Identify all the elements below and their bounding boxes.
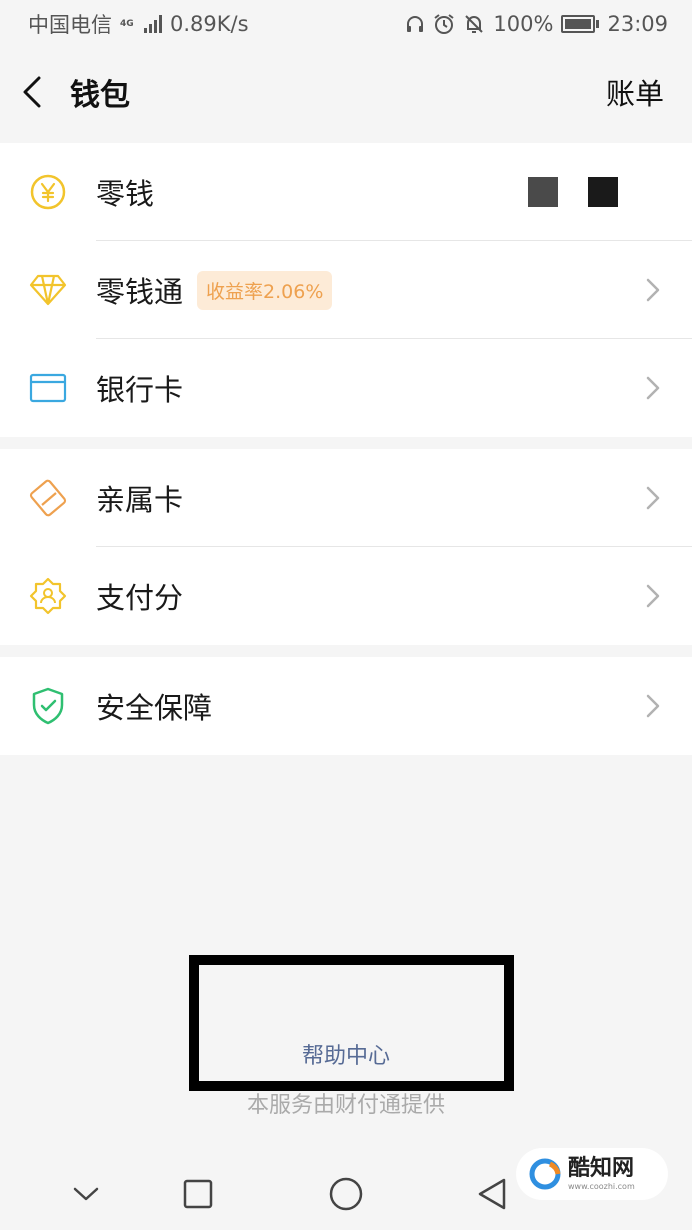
- network-speed: 0.89K/s: [170, 12, 249, 36]
- wallet-group-security: 安全保障: [0, 657, 692, 755]
- home-button[interactable]: [326, 1174, 366, 1214]
- hide-nav-button[interactable]: [66, 1174, 106, 1214]
- family-card-icon: [0, 478, 96, 518]
- menu-item-lingqiantong[interactable]: 零钱通 收益率2.06%: [0, 241, 692, 339]
- chevron-right-icon: [646, 584, 660, 608]
- menu-item-bank-card[interactable]: 银行卡: [0, 339, 692, 437]
- status-right: 100% 23:09: [405, 12, 668, 36]
- nav-left: 钱包: [22, 70, 130, 114]
- yield-rate-badge: 收益率2.06%: [197, 270, 333, 310]
- menu-item-label: 安全保障: [96, 691, 213, 725]
- recents-button[interactable]: [178, 1174, 218, 1214]
- menu-item-label: 零钱: [96, 177, 155, 211]
- back-button[interactable]: [472, 1174, 512, 1214]
- status-left: 中国电信 4G 0.89K/s: [28, 9, 249, 39]
- help-center-link[interactable]: 帮助中心: [0, 1038, 692, 1070]
- highlight-frame: [189, 955, 514, 1091]
- chevron-right-icon: [646, 486, 660, 510]
- score-badge-icon: [0, 576, 96, 616]
- chevron-right-icon: [646, 694, 660, 718]
- carrier-label: 中国电信: [28, 13, 112, 37]
- battery-icon: [561, 15, 600, 33]
- watermark-name: 酷知网: [568, 1155, 635, 1181]
- menu-item-label: 支付分: [96, 581, 184, 615]
- status-bar: 中国电信 4G 0.89K/s 100% 23:09: [0, 0, 692, 48]
- clock: 23:09: [607, 12, 668, 36]
- mute-bell-icon: [465, 15, 484, 33]
- chevron-right-icon: [646, 278, 660, 302]
- bill-button[interactable]: 账单: [606, 71, 664, 113]
- masked-balance: [528, 177, 618, 207]
- watermark-url: www.coozhi.com: [568, 1181, 635, 1191]
- wallet-group-funds: 零钱 零钱通 收益率2.06% 银行卡: [0, 143, 692, 437]
- menu-item-pay-score[interactable]: 支付分: [0, 547, 692, 645]
- menu-item-label: 零钱通: [96, 275, 184, 309]
- page-title: 钱包: [70, 78, 130, 113]
- menu-item-change[interactable]: 零钱: [0, 143, 692, 241]
- battery-percent: 100%: [493, 12, 554, 36]
- headphones-icon: [407, 16, 424, 32]
- shield-icon: [0, 687, 96, 725]
- yuan-icon: [0, 173, 96, 211]
- watermark: 酷知网 www.coozhi.com: [516, 1148, 668, 1200]
- signal-icon: [144, 15, 162, 33]
- wallet-group-services: 亲属卡 支付分: [0, 449, 692, 645]
- triangle-back-icon: [478, 1178, 506, 1210]
- nav-bar: 钱包 账单: [0, 48, 692, 136]
- menu-item-family-card[interactable]: 亲属卡: [0, 449, 692, 547]
- provider-note: 本服务由财付通提供: [246, 1093, 445, 1118]
- card-icon: [0, 373, 96, 403]
- back-arrow-icon[interactable]: [22, 75, 48, 109]
- menu-item-label: 银行卡: [96, 373, 184, 407]
- alarm-icon: [434, 14, 455, 34]
- watermark-logo-icon: [529, 1158, 561, 1190]
- chevron-down-icon: [73, 1187, 99, 1201]
- menu-item-security[interactable]: 安全保障: [0, 657, 692, 755]
- square-icon: [183, 1179, 213, 1209]
- diamond-icon: [0, 274, 96, 306]
- network-type-label: 4G: [120, 18, 134, 29]
- chevron-right-icon: [646, 376, 660, 400]
- menu-item-label: 亲属卡: [96, 483, 184, 517]
- circle-icon: [329, 1177, 363, 1211]
